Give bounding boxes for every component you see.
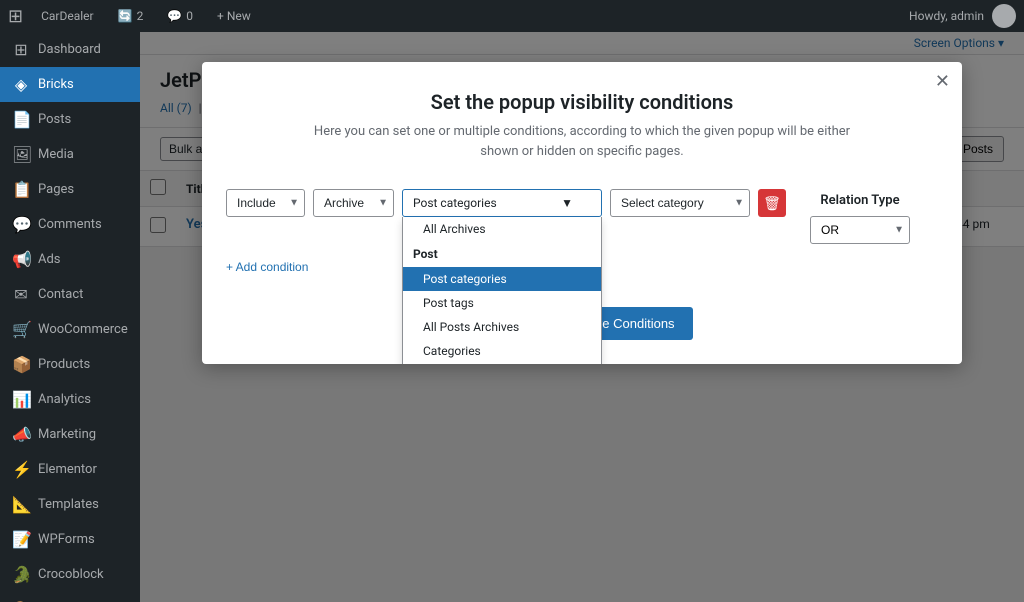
modal-dialog: ✕ Set the popup visibility conditions He… (202, 62, 962, 364)
sidebar-item-posts[interactable]: 📄 Posts (0, 102, 140, 137)
comments-icon: 💬 (12, 215, 30, 234)
crocoblock-icon: 🐊 (12, 565, 30, 584)
sidebar-item-crocoblock[interactable]: 🐊 Crocoblock (0, 557, 140, 592)
content-area: Screen Options ▾ JetPopup Create New Pop… (140, 32, 1024, 602)
sidebar-item-elementor[interactable]: ⚡ Elementor (0, 452, 140, 487)
avatar (992, 4, 1016, 28)
sidebar-item-label: Pages (38, 182, 74, 197)
adminbar-right: Howdy, admin (909, 4, 1016, 28)
modal-body: Include Exclude ▼ Archive Singular Page (202, 173, 962, 291)
include-select[interactable]: Include Exclude (226, 189, 305, 217)
howdy-text: Howdy, admin (909, 9, 984, 23)
delete-condition-button[interactable]: 🗑 (758, 189, 786, 217)
sidebar-item-label: Comments (38, 217, 102, 232)
wpforms-icon: 📝 (12, 530, 30, 549)
relation-type-select[interactable]: OR AND (810, 216, 910, 244)
sidebar-item-label: Dashboard (38, 42, 101, 57)
post-type-dropdown-list: All Archives Post Post categories Post t… (402, 217, 602, 364)
sidebar-item-analytics[interactable]: 📊 Analytics (0, 382, 140, 417)
sidebar-item-templates[interactable]: 📐 Templates (0, 487, 140, 522)
sidebar-item-label: Ads (38, 252, 61, 267)
sidebar-item-label: Marketing (38, 427, 96, 442)
sidebar-item-marketing[interactable]: 📣 Marketing (0, 417, 140, 452)
contact-icon: ✉ (12, 285, 30, 304)
relation-type-wrapper: OR AND ▼ (810, 216, 910, 244)
modal-header: Set the popup visibility conditions Here… (202, 62, 962, 173)
sidebar-item-label: Media (38, 147, 74, 162)
analytics-icon: 📊 (12, 390, 30, 409)
post-type-dropdown-wrapper: Post categories ▼ All Archives Post Post… (402, 189, 602, 217)
sidebar-item-comments[interactable]: 💬 Comments (0, 207, 140, 242)
select-category-wrapper: Select category ▼ (610, 189, 750, 217)
modal-subtitle: Here you can set one or multiple conditi… (242, 122, 922, 161)
option-tags[interactable]: Tags (403, 363, 601, 364)
wp-logo-icon: ⊞ (8, 6, 23, 27)
products-icon: 📦 (12, 355, 30, 374)
relation-section: Relation Type OR AND ▼ (810, 193, 910, 244)
condition-row: Include Exclude ▼ Archive Singular Page (226, 189, 938, 244)
adminbar-comments[interactable]: 💬 0 (161, 0, 199, 32)
marketing-icon: 📣 (12, 425, 30, 444)
sidebar-item-label: Products (38, 357, 90, 372)
select-category-select[interactable]: Select category (610, 189, 750, 217)
sidebar: ⊞ Dashboard ◈ Bricks 📄 Posts 🖼 Media 📋 P… (0, 32, 140, 602)
site-name: CarDealer (41, 9, 94, 23)
posts-icon: 📄 (12, 110, 30, 129)
bricks-icon: ◈ (12, 75, 30, 94)
adminbar-new[interactable]: + New (211, 0, 257, 32)
post-type-selected-label: Post categories (413, 196, 497, 210)
sidebar-item-label: Analytics (38, 392, 91, 407)
elementor-icon: ⚡ (12, 460, 30, 479)
adminbar-site[interactable]: CarDealer (35, 0, 100, 32)
woocommerce-icon: 🛒 (12, 320, 30, 339)
relation-type-label: Relation Type (810, 193, 910, 208)
dashboard-icon: ⊞ (12, 40, 30, 59)
sidebar-item-contact[interactable]: ✉ Contact (0, 277, 140, 312)
post-type-caret-icon: ▼ (561, 196, 573, 210)
sidebar-item-pages[interactable]: 📋 Pages (0, 172, 140, 207)
media-icon: 🖼 (12, 145, 30, 164)
group-post: Post (403, 241, 601, 267)
sidebar-item-label: Contact (38, 287, 83, 302)
archive-select[interactable]: Archive Singular Page (313, 189, 394, 217)
option-all-archives[interactable]: All Archives (403, 217, 601, 241)
sidebar-item-label: Posts (38, 112, 71, 127)
sidebar-item-bricks[interactable]: ◈ Bricks (0, 67, 140, 102)
include-select-wrapper: Include Exclude ▼ (226, 189, 305, 217)
sidebar-item-label: Bricks (38, 77, 74, 92)
modal-close-button[interactable]: ✕ (935, 72, 950, 90)
sidebar-item-label: WPForms (38, 532, 95, 547)
option-all-posts-archives[interactable]: All Posts Archives (403, 315, 601, 339)
admin-bar: ⊞ CarDealer 🔄 2 💬 0 + New Howdy, admin (0, 0, 1024, 32)
adminbar-updates[interactable]: 🔄 2 (112, 0, 150, 32)
sidebar-item-label: Templates (38, 497, 99, 512)
sidebar-item-media[interactable]: 🖼 Media (0, 137, 140, 172)
ads-icon: 📢 (12, 250, 30, 269)
sidebar-item-label: Crocoblock (38, 567, 104, 582)
modal-overlay: ✕ Set the popup visibility conditions He… (140, 32, 1024, 602)
add-condition-button[interactable]: + Add condition (226, 260, 308, 274)
sidebar-item-appearance[interactable]: 🎨 Appearance (0, 592, 140, 602)
modal-title: Set the popup visibility conditions (242, 90, 922, 114)
option-post-tags[interactable]: Post tags (403, 291, 601, 315)
option-post-categories[interactable]: Post categories (403, 267, 601, 291)
sidebar-item-ads[interactable]: 📢 Ads (0, 242, 140, 277)
option-categories[interactable]: Categories (403, 339, 601, 363)
pages-icon: 📋 (12, 180, 30, 199)
sidebar-item-products[interactable]: 📦 Products (0, 347, 140, 382)
sidebar-item-dashboard[interactable]: ⊞ Dashboard (0, 32, 140, 67)
sidebar-item-wpforms[interactable]: 📝 WPForms (0, 522, 140, 557)
sidebar-item-woocommerce[interactable]: 🛒 WooCommerce (0, 312, 140, 347)
sidebar-item-label: Elementor (38, 462, 97, 477)
templates-icon: 📐 (12, 495, 30, 514)
archive-select-wrapper: Archive Singular Page ▼ (313, 189, 394, 217)
post-type-dropdown-trigger[interactable]: Post categories ▼ (402, 189, 602, 217)
sidebar-item-label: WooCommerce (38, 322, 128, 337)
